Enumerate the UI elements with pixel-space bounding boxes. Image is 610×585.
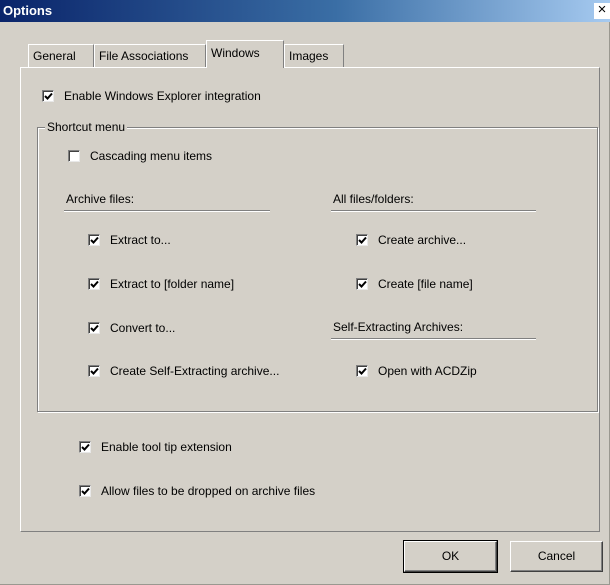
enable-explorer-integration-option[interactable]: Enable Windows Explorer integration [42,89,261,103]
enable-explorer-integration-checkbox[interactable] [42,90,54,102]
all-files-folders-heading: All files/folders: [333,192,414,206]
checkbox-label: Create Self-Extracting archive... [110,364,280,378]
all-files-separator [331,210,536,212]
check-mark-icon [81,443,90,451]
self-extracting-separator [331,338,536,340]
create-file-name-checkbox[interactable] [356,278,368,290]
button-label: Cancel [537,549,576,563]
checkbox-label: Create [file name] [378,277,473,291]
checkbox-label: Open with ACDZip [378,364,477,378]
convert-to-option[interactable]: Convert to... [88,321,175,335]
checkbox-label: Enable tool tip extension [101,440,232,454]
check-mark-icon [358,280,367,288]
cancel-button[interactable]: Cancel [510,541,603,572]
extract-to-checkbox[interactable] [88,234,100,246]
check-mark-icon [358,280,367,288]
check-mark-icon [358,367,367,375]
create-archive-option[interactable]: Create archive... [356,233,466,247]
check-mark-icon [358,367,367,375]
tab-label: File Associations [99,49,189,63]
tab-windows[interactable]: Windows [206,40,284,68]
archive-files-separator [64,210,270,212]
check-mark-icon [358,236,367,244]
ok-button[interactable]: OK [403,540,498,573]
check-mark-icon [90,324,99,332]
allow-files-dropped-checkbox[interactable] [79,485,91,497]
checkbox-label: Extract to [folder name] [110,277,235,291]
tab-general[interactable]: General [28,44,94,67]
extract-to-option[interactable]: Extract to... [88,233,171,247]
check-mark-icon [81,487,90,495]
options-dialog: Options × General File Associations Wind… [0,0,610,585]
group-title: Shortcut menu [45,120,128,134]
close-icon[interactable]: × [594,2,610,19]
check-mark-icon [81,443,90,451]
tab-label: Images [289,49,329,63]
checkbox-label: Convert to... [110,321,176,335]
create-self-extracting-archive-checkbox[interactable] [88,365,100,377]
create-file-name-option[interactable]: Create [file name] [356,277,473,291]
checkbox-label: Extract to... [110,233,171,247]
button-label: OK [441,549,460,563]
check-mark-icon [90,280,99,288]
archive-files-heading: Archive files: [66,192,135,206]
check-mark-icon [90,236,99,244]
check-mark-icon [44,92,53,100]
cascading-menu-items-checkbox[interactable] [68,150,80,162]
enable-tool-tip-extension-checkbox[interactable] [79,441,91,453]
self-extracting-archives-heading: Self-Extracting Archives: [333,320,464,334]
allow-files-dropped-option[interactable]: Allow files to be dropped on archive fil… [79,484,315,498]
check-mark-icon [358,236,367,244]
tab-images[interactable]: Images [284,44,344,67]
extract-to-folder-name-option[interactable]: Extract to [folder name] [88,277,234,291]
check-mark-icon [90,367,99,375]
check-mark-icon [81,487,90,495]
create-self-extracting-archive-option[interactable]: Create Self-Extracting archive... [88,364,279,378]
tab-file-associations[interactable]: File Associations [94,44,206,67]
cascading-menu-items-option[interactable]: Cascading menu items [68,149,212,163]
check-mark-icon [90,324,99,332]
open-with-acdzip-option[interactable]: Open with ACDZip [356,364,477,378]
tab-label: General [33,49,76,63]
window-title: Options [3,3,53,18]
check-mark-icon [90,280,99,288]
checkbox-label: Allow files to be dropped on archive fil… [101,484,316,498]
checkbox-label: Create archive... [378,233,467,247]
extract-to-folder-name-checkbox[interactable] [88,278,100,290]
title-bar[interactable]: Options × [0,0,610,22]
open-with-acdzip-checkbox[interactable] [356,365,368,377]
check-mark-icon [44,92,53,100]
tab-label: Windows [211,46,260,60]
check-mark-icon [90,236,99,244]
checkbox-label: Cascading menu items [90,149,213,163]
create-archive-checkbox[interactable] [356,234,368,246]
checkbox-label: Enable Windows Explorer integration [64,89,261,103]
enable-tool-tip-extension-option[interactable]: Enable tool tip extension [79,440,232,454]
check-mark-icon [90,367,99,375]
convert-to-checkbox[interactable] [88,322,100,334]
